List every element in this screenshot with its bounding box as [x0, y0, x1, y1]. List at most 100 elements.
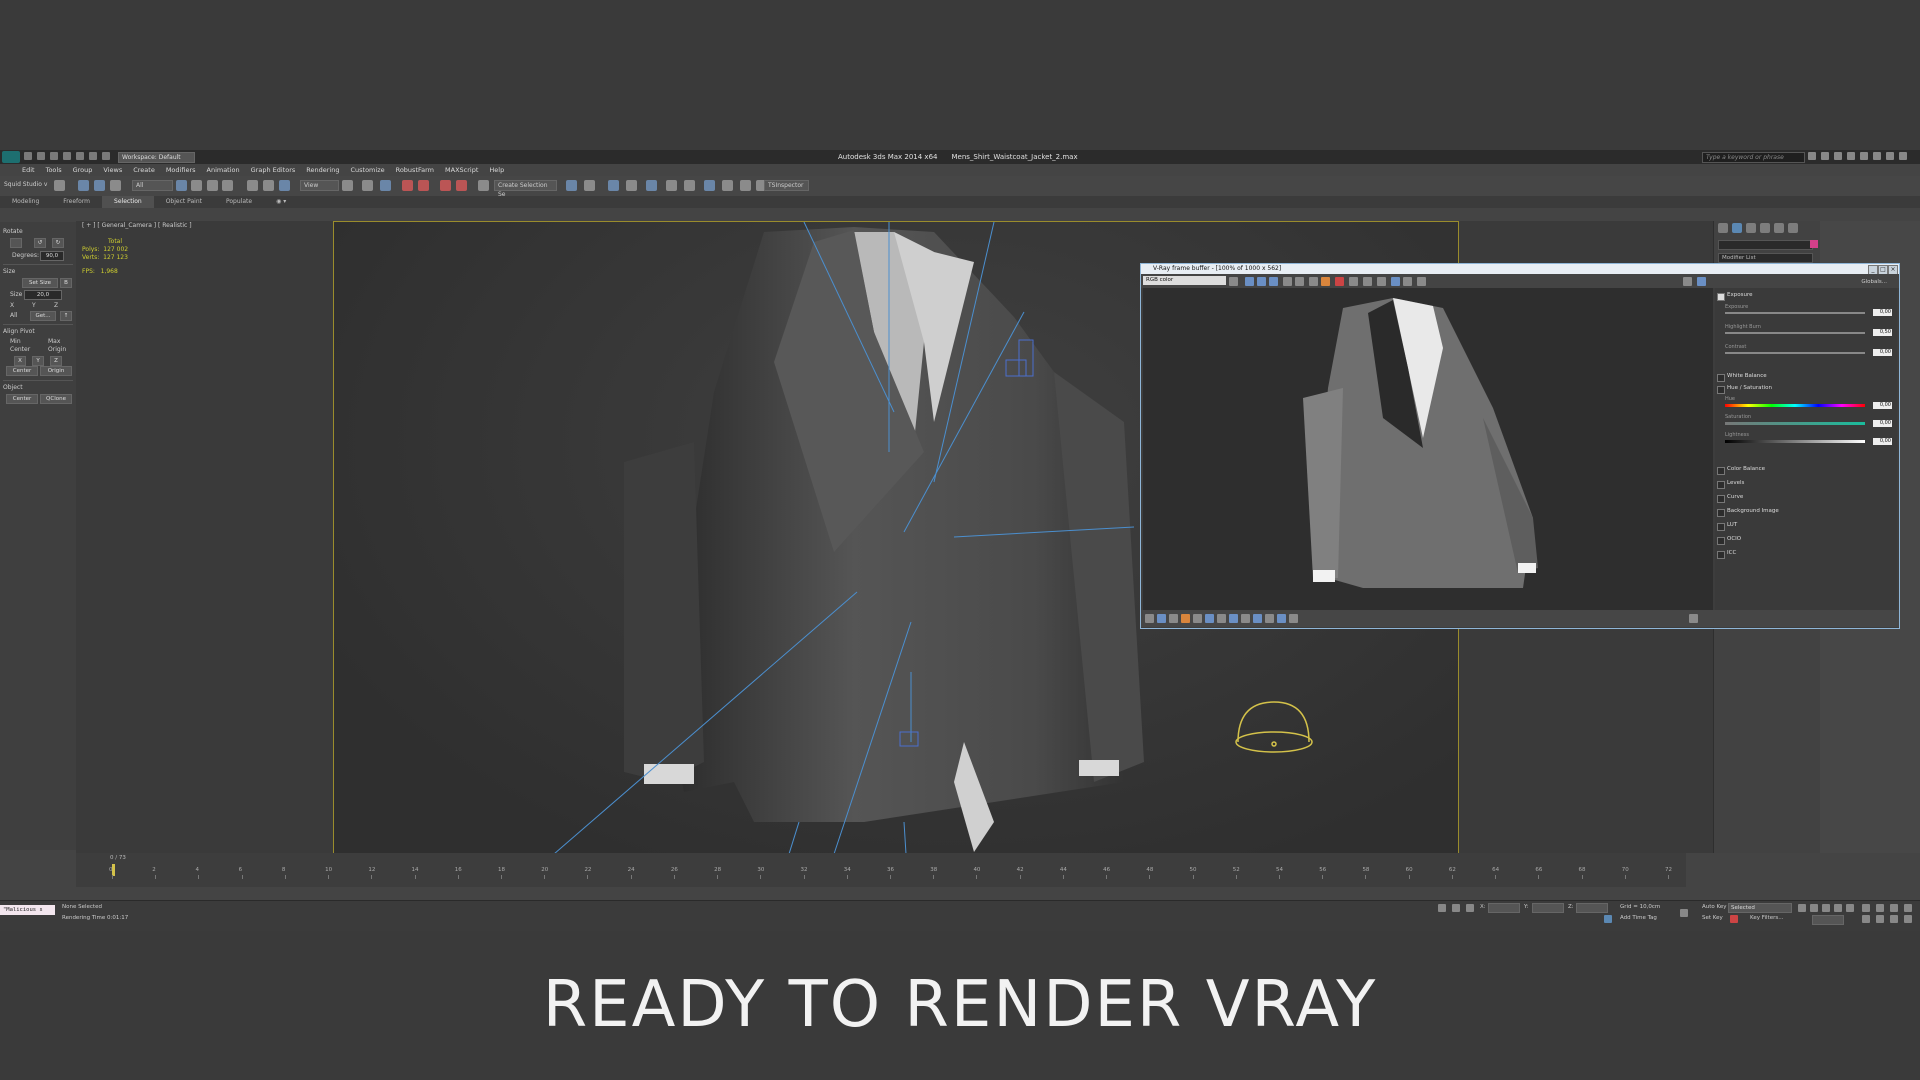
- menu-modifiers[interactable]: Modifiers: [166, 164, 196, 176]
- spinner-snap-icon[interactable]: [456, 180, 467, 191]
- ribbon-options-icon[interactable]: ◉ ▾: [264, 196, 298, 208]
- vfb-mono-icon[interactable]: [1295, 277, 1304, 286]
- minimize-icon[interactable]: [1873, 152, 1881, 160]
- edit-named-selection-icon[interactable]: [478, 180, 489, 191]
- ocio-checkbox[interactable]: [1717, 537, 1725, 545]
- tab-modeling[interactable]: Modeling: [0, 196, 51, 208]
- schematic-view-icon[interactable]: [684, 180, 695, 191]
- undo-icon[interactable]: [63, 152, 71, 160]
- vfb-bottom-tool-icon[interactable]: [1229, 614, 1238, 623]
- vfb-bottom-tool-icon[interactable]: [1157, 614, 1166, 623]
- z-coord-field[interactable]: [1576, 903, 1608, 913]
- menu-rendering[interactable]: Rendering: [306, 164, 339, 176]
- vfb-alpha-icon[interactable]: [1283, 277, 1292, 286]
- create-tab-icon[interactable]: [1718, 223, 1728, 233]
- vfb-title-bar[interactable]: V-Ray frame buffer - [100% of 1000 x 562…: [1141, 264, 1899, 274]
- min-radio[interactable]: Min: [10, 338, 21, 345]
- vfb-link-icon[interactable]: [1403, 277, 1412, 286]
- project-folder-icon[interactable]: [89, 152, 97, 160]
- go-to-end-icon[interactable]: [1846, 904, 1854, 912]
- key-filters-button[interactable]: Key Filters...: [1750, 915, 1783, 921]
- next-frame-icon[interactable]: [1834, 904, 1842, 912]
- key-selection-dropdown[interactable]: Selected: [1728, 903, 1792, 913]
- exposure-checkbox[interactable]: [1717, 293, 1725, 301]
- qclone-button[interactable]: QClone: [40, 394, 72, 404]
- selection-filter-dropdown[interactable]: All: [132, 180, 173, 191]
- select-object-icon[interactable]: [176, 180, 187, 191]
- walkthrough-icon[interactable]: [1876, 915, 1884, 923]
- modifier-list-dropdown[interactable]: Modifier List: [1718, 253, 1813, 263]
- time-slider-track-bar[interactable]: 0 / 73 0 2 4 6 8 10 12 14 16 18 20 22 24 26 28 30 32 34 36…: [76, 853, 1686, 887]
- vfb-bottom-tool-icon[interactable]: [1265, 614, 1274, 623]
- move-icon[interactable]: [247, 180, 258, 191]
- mirror-icon[interactable]: [566, 180, 577, 191]
- snaps-toggle-icon[interactable]: [402, 180, 413, 191]
- center-button[interactable]: Center: [6, 366, 38, 376]
- size-option-button[interactable]: B: [60, 278, 72, 288]
- menu-edit[interactable]: Edit: [22, 164, 35, 176]
- align-x-button[interactable]: X: [14, 356, 26, 366]
- jacket-model[interactable]: [624, 227, 1144, 852]
- quick-access-options-icon[interactable]: [102, 152, 110, 160]
- align-icon[interactable]: [584, 180, 595, 191]
- search-input[interactable]: Type a keyword or phrase: [1702, 152, 1805, 163]
- workspace-dropdown[interactable]: Workspace: Default: [118, 152, 195, 163]
- tab-freeform[interactable]: Freeform: [51, 196, 102, 208]
- reference-coordinate-dropdown[interactable]: View: [300, 180, 339, 191]
- vfb-channel-dropdown[interactable]: RGB color: [1143, 276, 1226, 285]
- rectangular-selection-icon[interactable]: [207, 180, 218, 191]
- saturation-slider[interactable]: [1725, 422, 1865, 425]
- modify-tab-icon[interactable]: [1732, 223, 1742, 233]
- menu-group[interactable]: Group: [73, 164, 93, 176]
- vfb-green-channel-icon[interactable]: [1257, 277, 1266, 286]
- set-key-button[interactable]: Set Key: [1702, 915, 1723, 921]
- percent-snap-icon[interactable]: [440, 180, 451, 191]
- get-up-icon[interactable]: ↑: [60, 311, 72, 321]
- select-link-icon[interactable]: [78, 180, 89, 191]
- menu-graph-editors[interactable]: Graph Editors: [251, 164, 296, 176]
- levels-checkbox[interactable]: [1717, 481, 1725, 489]
- object-center-button[interactable]: Center: [6, 394, 38, 404]
- align-z-button[interactable]: Z: [50, 356, 62, 366]
- go-to-start-icon[interactable]: [1798, 904, 1806, 912]
- key-mode-icon[interactable]: [1680, 909, 1688, 917]
- menu-create[interactable]: Create: [133, 164, 155, 176]
- menu-robustfarm[interactable]: RobustFarm: [396, 164, 434, 176]
- menu-help[interactable]: Help: [489, 164, 504, 176]
- auto-key-button[interactable]: Auto Key: [1702, 904, 1727, 910]
- set-size-button[interactable]: Set Size: [22, 278, 58, 288]
- lightness-slider[interactable]: [1725, 440, 1865, 443]
- curve-checkbox[interactable]: [1717, 495, 1725, 503]
- rotate-box-icon[interactable]: [10, 238, 22, 248]
- vfb-clear-icon[interactable]: [1349, 277, 1358, 286]
- play-icon[interactable]: [1822, 904, 1830, 912]
- hue-value[interactable]: 0,00: [1873, 402, 1892, 409]
- lock-icon[interactable]: [1452, 904, 1460, 912]
- current-frame-field[interactable]: [1812, 915, 1844, 925]
- exposure-value[interactable]: 0,00: [1873, 309, 1892, 316]
- contrast-slider[interactable]: [1725, 352, 1865, 354]
- undo-scene-icon[interactable]: [54, 180, 65, 191]
- graphite-toolbar-icon[interactable]: [646, 180, 657, 191]
- vfb-region-render-icon[interactable]: [1377, 277, 1386, 286]
- center-radio[interactable]: Center: [10, 346, 30, 353]
- x-coord-field[interactable]: [1488, 903, 1520, 913]
- icc-checkbox[interactable]: [1717, 551, 1725, 559]
- menu-tools[interactable]: Tools: [46, 164, 62, 176]
- curve-editor-icon[interactable]: [666, 180, 677, 191]
- vfb-blue-channel-icon[interactable]: [1269, 277, 1278, 286]
- vfb-bottom-tool-icon[interactable]: [1253, 614, 1262, 623]
- white-balance-checkbox[interactable]: [1717, 374, 1725, 382]
- named-selection-sets-dropdown[interactable]: Create Selection Se: [494, 180, 557, 198]
- vfb-load-icon[interactable]: [1229, 277, 1238, 286]
- vfb-history-icon[interactable]: [1391, 277, 1400, 286]
- hue-slider[interactable]: [1725, 404, 1865, 407]
- origin-button[interactable]: Origin: [40, 366, 72, 376]
- time-tag-icon[interactable]: [1604, 915, 1612, 923]
- vfb-record-icon[interactable]: [1335, 277, 1344, 286]
- axis-x-radio[interactable]: X: [10, 302, 14, 309]
- viewport-label[interactable]: [ + ] [ General_Camera ] [ Realistic ]: [82, 222, 192, 230]
- select-by-name-icon[interactable]: [191, 180, 202, 191]
- motion-tab-icon[interactable]: [1760, 223, 1770, 233]
- object-color-swatch[interactable]: [1810, 240, 1818, 248]
